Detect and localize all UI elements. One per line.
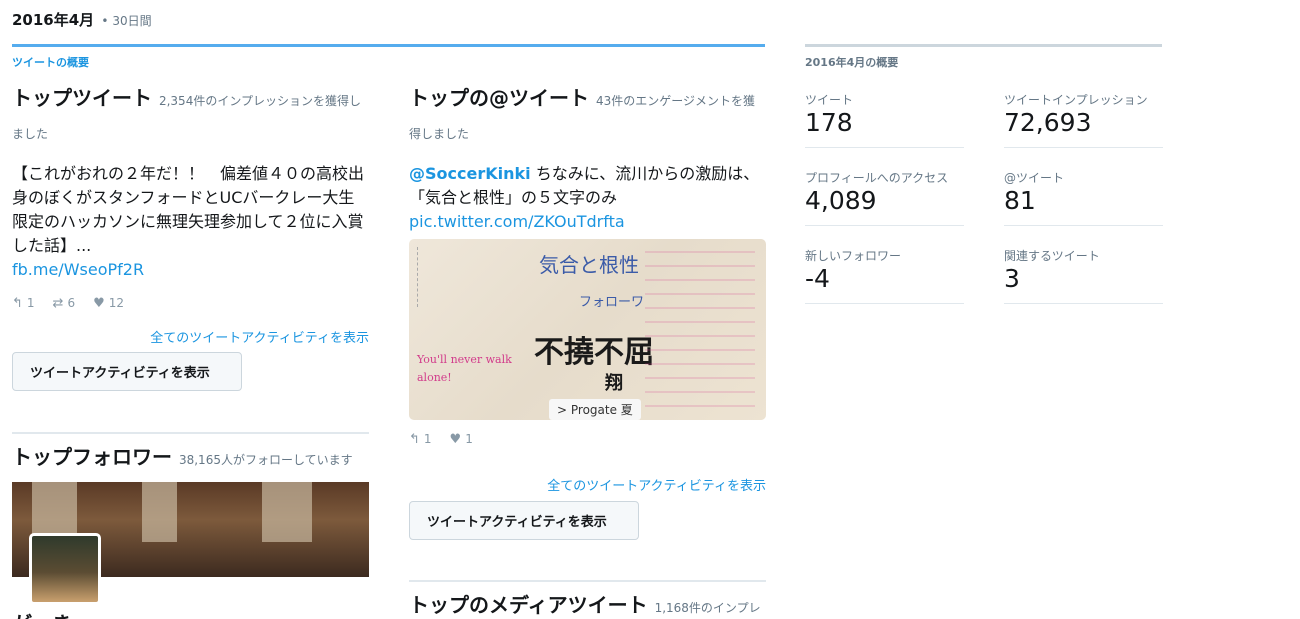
retweet-icon: ⇄ [52, 296, 64, 311]
top-follower-title: トップフォロワー [12, 445, 172, 469]
top-mention-title: トップの@ツイート [409, 86, 589, 110]
stat-label: 関連するツイート [1004, 249, 1100, 263]
tweets-overview-label: ツイートの概要 [12, 56, 89, 69]
mention-actions: ↰ 1 ♥ 1 [409, 432, 473, 447]
top-media-title: トップのメディアツイート [409, 593, 648, 617]
mention-link[interactable]: pic.twitter.com/ZKOuTdrfta [409, 212, 625, 231]
stat-new-followers: 新しいフォロワー -4 [805, 238, 964, 304]
stat-value: 81 [1004, 186, 1036, 215]
top-media-header: トップのメディアツイート 1,168件のインプレ [409, 591, 766, 619]
mention-handle[interactable]: @SoccerKinki [409, 164, 531, 183]
stat-value: -4 [805, 264, 830, 293]
top-mention-card: トップの@ツイート 43件のエンゲージメントを獲得しました @SoccerKin… [409, 84, 766, 234]
top-mention-text: @SoccerKinki ちなみに、流川からの激励は、「気合と根性」の５文字のみ… [409, 162, 766, 234]
reply-count: 1 [26, 296, 35, 310]
tweet-actions: ↰ 1 ⇄ 6 ♥ 12 [12, 296, 369, 311]
stat-label: プロフィールへのアクセス [805, 171, 949, 185]
like-count: 1 [465, 432, 473, 446]
photo-handwriting: フォローワ [579, 295, 645, 310]
photo-sub-text: 翔 [605, 373, 623, 394]
stat-impressions: ツイートインプレッション 72,693 [1004, 82, 1163, 148]
section-divider [409, 580, 766, 582]
top-media-meta: 1,168件のインプレ [654, 601, 761, 615]
like-icon: ♥ [93, 296, 105, 311]
like-action[interactable]: ♥ 1 [450, 432, 473, 447]
photo-scribbles [417, 247, 517, 307]
summary-bar [805, 44, 1162, 47]
reply-icon: ↰ [12, 296, 23, 311]
photo-main-text: 不撓不屈 [534, 335, 654, 370]
stat-value: 4,089 [805, 186, 877, 215]
like-count: 12 [108, 296, 125, 310]
stat-label: ツイート [805, 93, 854, 107]
reply-icon: ↰ [409, 432, 420, 447]
view-activity-button[interactable]: ツイートアクティビティを表示 [12, 352, 242, 391]
tweets-overview-bar [12, 44, 765, 47]
stat-value: 178 [805, 108, 853, 137]
top-tweet-card: トップツイート 2,354件のインプレッションを獲得しました 【これがおれの２年… [12, 84, 369, 311]
top-tweet-text: 【これがおれの２年だ！！ 偏差値４０の高校出身のぼくがスタンフォードとUCバーク… [12, 162, 369, 282]
photo-handwriting: You'll never walk alone! [417, 353, 512, 384]
retweet-action[interactable]: ⇄ 6 [53, 296, 76, 311]
stat-label: @ツイート [1004, 171, 1065, 185]
photo-sign: > Progate 夏 [549, 399, 641, 420]
tweet-media-image[interactable]: 気合と根性 フォローワ 不撓不屈 翔 You'll never walk alo… [409, 239, 766, 420]
stat-label: ツイートインプレッション [1004, 93, 1148, 107]
section-divider [12, 432, 369, 434]
top-follower-header: トップフォロワー 38,165人がフォローしています [12, 443, 369, 476]
reply-action[interactable]: ↰ 1 [409, 432, 432, 447]
stat-related-tweets: 関連するツイート 3 [1004, 238, 1163, 304]
stat-mentions: @ツイート 81 [1004, 160, 1163, 226]
photo-handwriting: 気合と根性 [539, 253, 639, 277]
top-follower-meta: 38,165人がフォローしています [178, 453, 353, 467]
reply-action[interactable]: ↰ 1 [12, 296, 35, 311]
view-all-activity-link[interactable]: 全てのツイートアクティビティを表示 [12, 327, 369, 346]
like-action[interactable]: ♥ 12 [93, 296, 124, 311]
tweet-body: 【これがおれの２年だ！！ 偏差値４０の高校出身のぼくがスタンフォードとUCバーク… [12, 164, 365, 255]
period-duration: • 30日間 [101, 14, 152, 28]
retweet-count: 6 [67, 296, 76, 310]
reply-count: 1 [423, 432, 432, 446]
stat-value: 3 [1004, 264, 1020, 293]
view-all-activity-link[interactable]: 全てのツイートアクティビティを表示 [409, 475, 766, 494]
period-month: 2016年4月 [12, 11, 95, 29]
like-icon: ♥ [449, 432, 462, 447]
photo-scribbles [645, 247, 755, 407]
avatar[interactable] [29, 533, 101, 605]
view-activity-button[interactable]: ツイートアクティビティを表示 [409, 501, 639, 540]
follower-name[interactable]: がっき [12, 608, 72, 619]
stat-value: 72,693 [1004, 108, 1092, 137]
stat-profile-visits: プロフィールへのアクセス 4,089 [805, 160, 964, 226]
tweet-link[interactable]: fb.me/WseoPf2R [12, 260, 144, 279]
top-tweet-title: トップツイート [12, 86, 152, 110]
summary-label: 2016年4月の概要 [805, 56, 899, 69]
stat-label: 新しいフォロワー [805, 249, 902, 263]
report-period: 2016年4月 • 30日間 [12, 9, 152, 30]
stat-tweets: ツイート 178 [805, 82, 964, 148]
